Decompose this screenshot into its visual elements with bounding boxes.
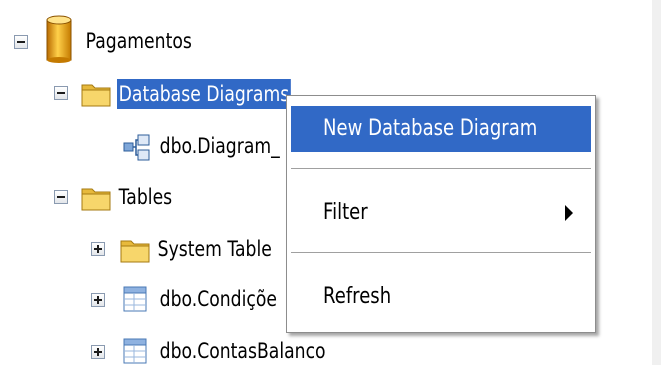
collapse-toggle-tables[interactable]: [54, 190, 68, 204]
menu-item-refresh[interactable]: Refresh: [291, 274, 591, 320]
database-icon: [46, 15, 72, 63]
tree-node-tables[interactable]: Tables: [117, 182, 174, 212]
tree-node-contasbalanco[interactable]: dbo.ContasBalanco: [158, 336, 327, 366]
menu-item-filter[interactable]: Filter: [291, 190, 591, 236]
tree-node-condicoes[interactable]: dbo.Condiçõe: [158, 284, 279, 314]
folder-icon: [120, 240, 150, 263]
menu-separator: [291, 168, 591, 172]
menu-separator: [291, 252, 591, 256]
collapse-toggle-pagamentos[interactable]: [14, 35, 28, 49]
expand-toggle-system-tables[interactable]: [91, 242, 105, 256]
tree-node-pagamentos[interactable]: Pagamentos: [84, 26, 193, 56]
diagram-icon: [123, 134, 150, 161]
menu-item-new-database-diagram[interactable]: New Database Diagram: [291, 106, 591, 152]
expand-toggle-condicoes[interactable]: [91, 293, 105, 307]
tree-node-system-tables[interactable]: System Table: [156, 234, 274, 264]
table-icon: [123, 286, 147, 312]
folder-icon: [81, 188, 111, 211]
tree-node-diagram[interactable]: dbo.Diagram_: [158, 131, 281, 161]
menu-item-label: Filter: [323, 200, 368, 225]
table-icon: [123, 338, 147, 364]
menu-item-label: Refresh: [323, 284, 392, 309]
context-menu: New Database Diagram Filter Refresh: [286, 95, 596, 333]
expand-toggle-contasbalanco[interactable]: [91, 345, 105, 359]
tree-node-database-diagrams[interactable]: Database Diagrams: [117, 79, 291, 109]
folder-icon: [81, 84, 111, 107]
menu-item-label: New Database Diagram: [323, 116, 538, 141]
scroll-area-edge: [652, 0, 661, 365]
submenu-arrow-icon: [565, 205, 573, 221]
collapse-toggle-database-diagrams[interactable]: [54, 86, 68, 100]
